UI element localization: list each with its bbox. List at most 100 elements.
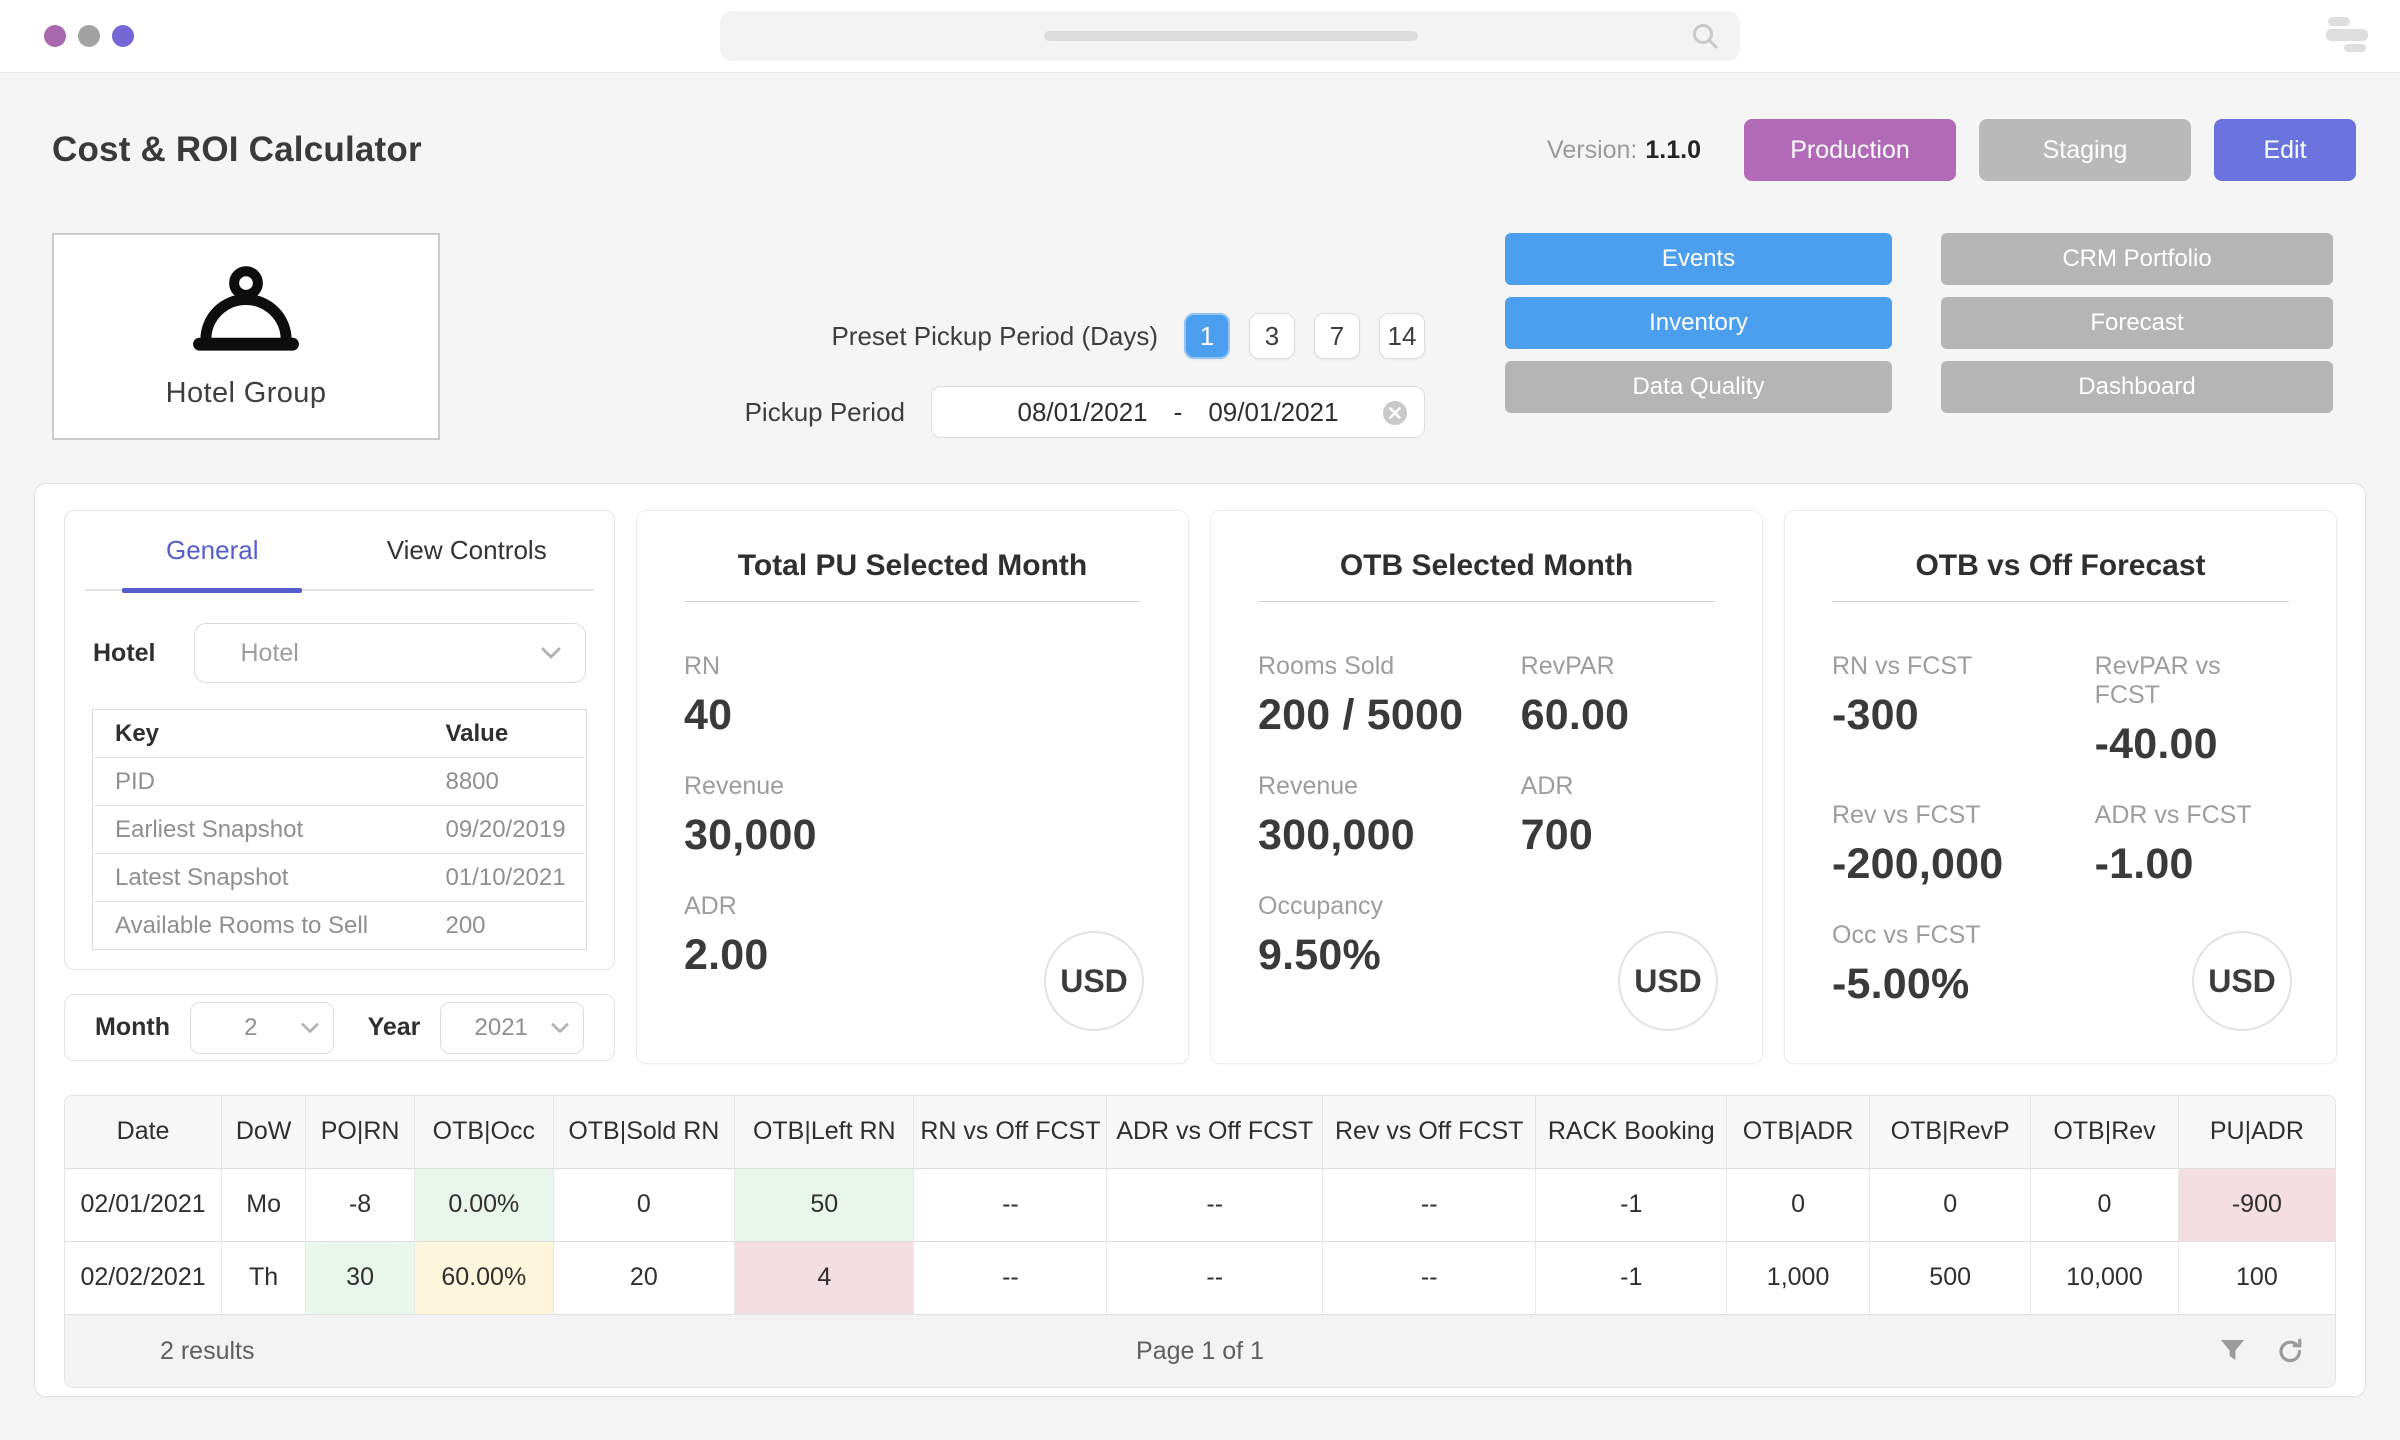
cell-date: 02/01/2021	[65, 1168, 222, 1241]
column-header-otb-revp: OTB|RevP	[1870, 1096, 2031, 1168]
preset-pickup-label: Preset Pickup Period (Days)	[831, 321, 1158, 352]
year-label: Year	[368, 1013, 421, 1042]
staging-button[interactable]: Staging	[1979, 119, 2191, 181]
dashboard-button[interactable]: Dashboard	[1941, 361, 2333, 413]
kv-value: 09/20/2019	[423, 806, 586, 854]
cell-rev-vs-off-fcst: --	[1323, 1168, 1536, 1241]
metric-label: RevPAR	[1521, 652, 1715, 681]
table-footer-icons	[2219, 1337, 2305, 1366]
forecast-button[interactable]: Forecast	[1941, 297, 2333, 349]
hotel-group-card[interactable]: Hotel Group	[52, 233, 440, 440]
metric-revenue: Revenue300,000	[1258, 772, 1511, 860]
cell-otb-left-rn: 50	[735, 1168, 914, 1241]
column-header-date: Date	[65, 1096, 222, 1168]
metric-value: -300	[1832, 691, 2085, 740]
window-dot-close-icon[interactable]	[44, 25, 66, 47]
cell-otb-occ: 60.00%	[415, 1241, 553, 1314]
window-dot-minimize-icon[interactable]	[78, 25, 100, 47]
pickup-period-label: Pickup Period	[745, 397, 905, 428]
version-label: Version:	[1547, 136, 1637, 164]
table-footer: 2 results Page 1 of 1	[65, 1314, 2335, 1387]
kv-header-row: Key Value	[93, 710, 587, 758]
clear-date-icon[interactable]	[1382, 400, 1408, 426]
cell-rev-vs-off-fcst: --	[1323, 1241, 1536, 1314]
card-divider	[1258, 601, 1715, 602]
page-indicator: Page 1 of 1	[1136, 1337, 1264, 1366]
column-header-otb-rev: OTB|Rev	[2031, 1096, 2179, 1168]
metric-value: 700	[1521, 811, 1715, 860]
kv-row: Earliest Snapshot09/20/2019	[93, 806, 587, 854]
inventory-button[interactable]: Inventory	[1505, 297, 1892, 349]
chevron-down-icon	[541, 646, 561, 660]
cell-otb-occ: 0.00%	[415, 1168, 553, 1241]
column-header-dow: DoW	[222, 1096, 306, 1168]
window-controls	[44, 25, 134, 47]
currency-badge: USD	[1044, 931, 1144, 1031]
browser-chrome	[0, 0, 2400, 72]
hotel-select[interactable]: Hotel	[194, 623, 587, 683]
edit-button[interactable]: Edit	[2214, 119, 2356, 181]
controls-tabs: General View Controls	[85, 511, 594, 591]
preset-14-day-chip[interactable]: 14	[1379, 313, 1425, 359]
metric-label: ADR	[684, 892, 1141, 921]
card-divider	[1832, 601, 2289, 602]
metric-value: 40	[684, 691, 1141, 740]
kv-key: PID	[93, 758, 424, 806]
cell-adr-vs-off-fcst: --	[1107, 1241, 1323, 1314]
cell-otb-left-rn: 4	[735, 1241, 914, 1314]
column-header-otb-occ: OTB|Occ	[415, 1096, 553, 1168]
year-select[interactable]: 2021	[440, 1002, 584, 1054]
filter-icon[interactable]	[2219, 1338, 2246, 1364]
column-header-otb-left-rn: OTB|Left RN	[735, 1096, 914, 1168]
kv-row: Latest Snapshot01/10/2021	[93, 854, 587, 902]
metric-value: -5.00%	[1832, 960, 2085, 1009]
kv-key: Latest Snapshot	[93, 854, 424, 902]
month-label: Month	[95, 1013, 170, 1042]
metric-value: 9.50%	[1258, 931, 1511, 980]
main-panel: General View Controls Hotel Hotel	[34, 483, 2366, 1397]
cell-otb-adr: 1,000	[1727, 1241, 1870, 1314]
environment-buttons: Production Staging Edit	[1744, 119, 2356, 181]
kv-row: PID8800	[93, 758, 587, 806]
window-dot-maximize-icon[interactable]	[112, 25, 134, 47]
period-separator: -	[1174, 397, 1183, 428]
metric-occ-vs-fcst: Occ vs FCST-5.00%	[1832, 921, 2085, 1009]
metric-label: Occupancy	[1258, 892, 1511, 921]
metric-label: ADR vs FCST	[2095, 801, 2289, 830]
address-bar[interactable]	[720, 11, 1740, 61]
month-select[interactable]: 2	[190, 1002, 334, 1054]
metric-rn-vs-fcst: RN vs FCST-300	[1832, 652, 2085, 769]
column-header-otb-sold-rn: OTB|Sold RN	[553, 1096, 735, 1168]
chevron-down-icon	[301, 1021, 319, 1034]
tab-general[interactable]: General	[85, 511, 340, 589]
cell-otb-sold-rn: 0	[553, 1168, 735, 1241]
pickup-period-row: Pickup Period 08/01/2021 - 09/01/2021	[745, 386, 1425, 438]
preset-7-day-chip[interactable]: 7	[1314, 313, 1360, 359]
refresh-icon[interactable]	[2276, 1337, 2305, 1366]
cell-dow: Mo	[222, 1168, 306, 1241]
month-year-card: Month 2 Year 2021	[64, 994, 615, 1061]
version-text: Version:1.1.0	[1547, 136, 1701, 165]
metric-rn: RN40	[684, 652, 1141, 740]
production-button[interactable]: Production	[1744, 119, 1956, 181]
data-quality-button[interactable]: Data Quality	[1505, 361, 1892, 413]
app-menu-icon[interactable]	[2326, 17, 2368, 55]
kv-row: Available Rooms to Sell200	[93, 902, 587, 950]
crm-portfolio-button[interactable]: CRM Portfolio	[1941, 233, 2333, 285]
metric-label: Rooms Sold	[1258, 652, 1511, 681]
header-actions: Version:1.1.0 Production Staging Edit	[1547, 119, 2356, 181]
column-header-po-rn: PO|RN	[306, 1096, 415, 1168]
metric-value: -200,000	[1832, 840, 2085, 889]
tab-view-controls[interactable]: View Controls	[340, 511, 595, 589]
events-button[interactable]: Events	[1505, 233, 1892, 285]
cell-otb-revp: 0	[1870, 1168, 2031, 1241]
metric-revpar: RevPAR60.00	[1521, 652, 1715, 740]
cell-otb-sold-rn: 20	[553, 1241, 735, 1314]
metric-rev-vs-fcst: Rev vs FCST-200,000	[1832, 801, 2085, 889]
cell-rack-booking: -1	[1536, 1241, 1727, 1314]
cell-date: 02/02/2021	[65, 1241, 222, 1314]
metric-label: Revenue	[684, 772, 1141, 801]
preset-1-day-chip[interactable]: 1	[1184, 313, 1230, 359]
pickup-period-input[interactable]: 08/01/2021 - 09/01/2021	[931, 386, 1425, 438]
preset-3-day-chip[interactable]: 3	[1249, 313, 1295, 359]
